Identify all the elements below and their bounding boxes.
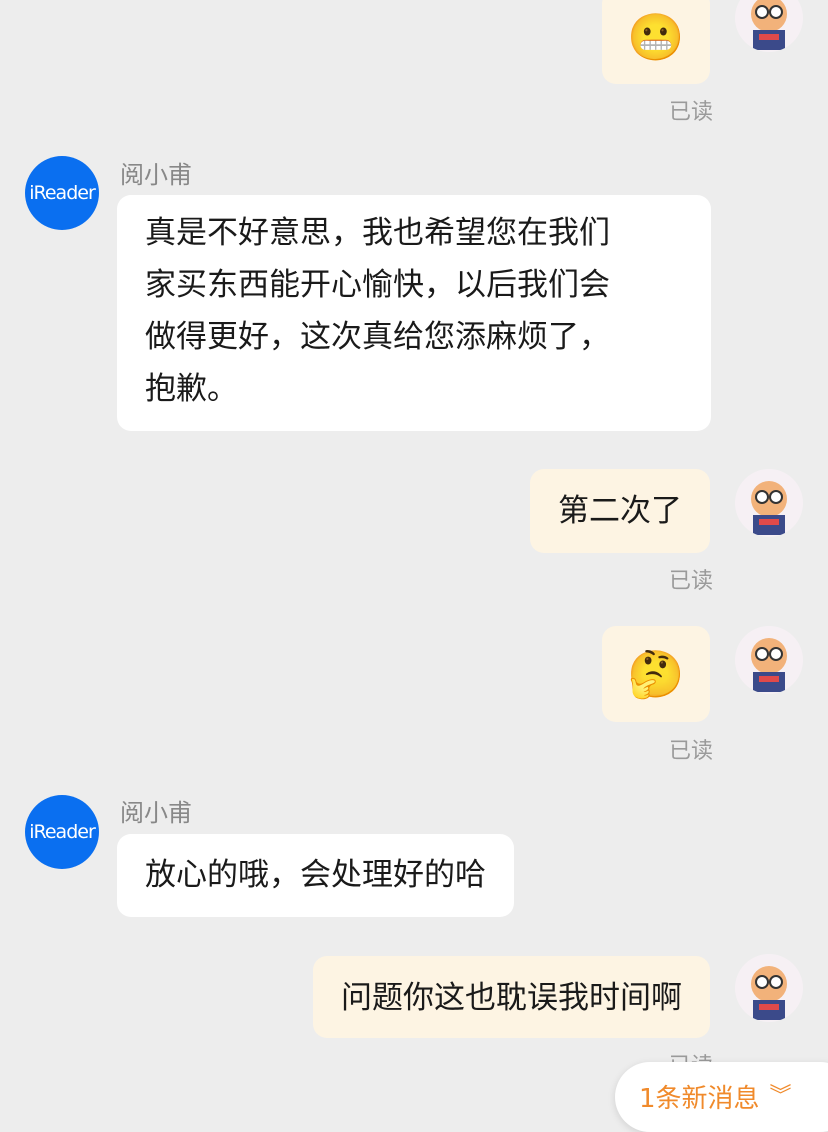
new-message-label: 1条新消息 xyxy=(639,1084,760,1114)
new-message-button[interactable]: 1条新消息 ︾ xyxy=(615,1062,828,1132)
user-avatar[interactable] xyxy=(735,954,803,1022)
ireader-avatar[interactable]: iReader xyxy=(25,156,99,230)
ireader-avatar[interactable]: iReader xyxy=(25,795,99,869)
read-receipt: 已读 xyxy=(668,100,713,125)
thinking-emoji: 🤔 xyxy=(627,647,685,701)
message-text: 第二次了 xyxy=(558,493,682,529)
incoming-message-bubble[interactable]: 真是不好意思，我也希望您在我们 家买东西能开心愉快，以后我们会 做得更好，这次真… xyxy=(117,195,711,431)
read-receipt: 已读 xyxy=(668,739,713,764)
outgoing-message-bubble[interactable]: 第二次了 xyxy=(530,469,710,553)
message-line: 真是不好意思，我也希望您在我们 xyxy=(145,215,610,251)
cartoon-avatar-icon xyxy=(751,481,787,535)
ireader-logo-text: iReader xyxy=(29,821,96,843)
message-line: 做得更好，这次真给您添麻烦了， xyxy=(145,319,610,355)
user-avatar[interactable] xyxy=(735,0,803,52)
grimacing-emoji: 😬 xyxy=(627,10,685,64)
cartoon-avatar-icon xyxy=(751,966,787,1020)
sender-name: 阅小甫 xyxy=(120,799,192,827)
message-line: 抱歉。 xyxy=(145,371,238,407)
message-text: 放心的哦，会处理好的哈 xyxy=(145,857,486,893)
message-text: 问题你这也耽误我时间啊 xyxy=(341,980,682,1016)
message-line: 家买东西能开心愉快，以后我们会 xyxy=(145,267,610,303)
incoming-message-bubble[interactable]: 放心的哦，会处理好的哈 xyxy=(117,834,514,917)
ireader-logo-text: iReader xyxy=(29,182,96,204)
outgoing-message-bubble[interactable]: 问题你这也耽误我时间啊 xyxy=(313,956,710,1038)
sender-name: 阅小甫 xyxy=(120,161,192,189)
cartoon-avatar-icon xyxy=(751,0,787,50)
outgoing-emoji-bubble[interactable]: 😬 xyxy=(602,0,710,84)
read-receipt: 已读 xyxy=(668,569,713,594)
double-chevron-down-icon: ︾ xyxy=(769,1084,792,1109)
cartoon-avatar-icon xyxy=(751,638,787,692)
user-avatar[interactable] xyxy=(735,626,803,694)
user-avatar[interactable] xyxy=(735,469,803,537)
outgoing-emoji-bubble[interactable]: 🤔 xyxy=(602,626,710,722)
